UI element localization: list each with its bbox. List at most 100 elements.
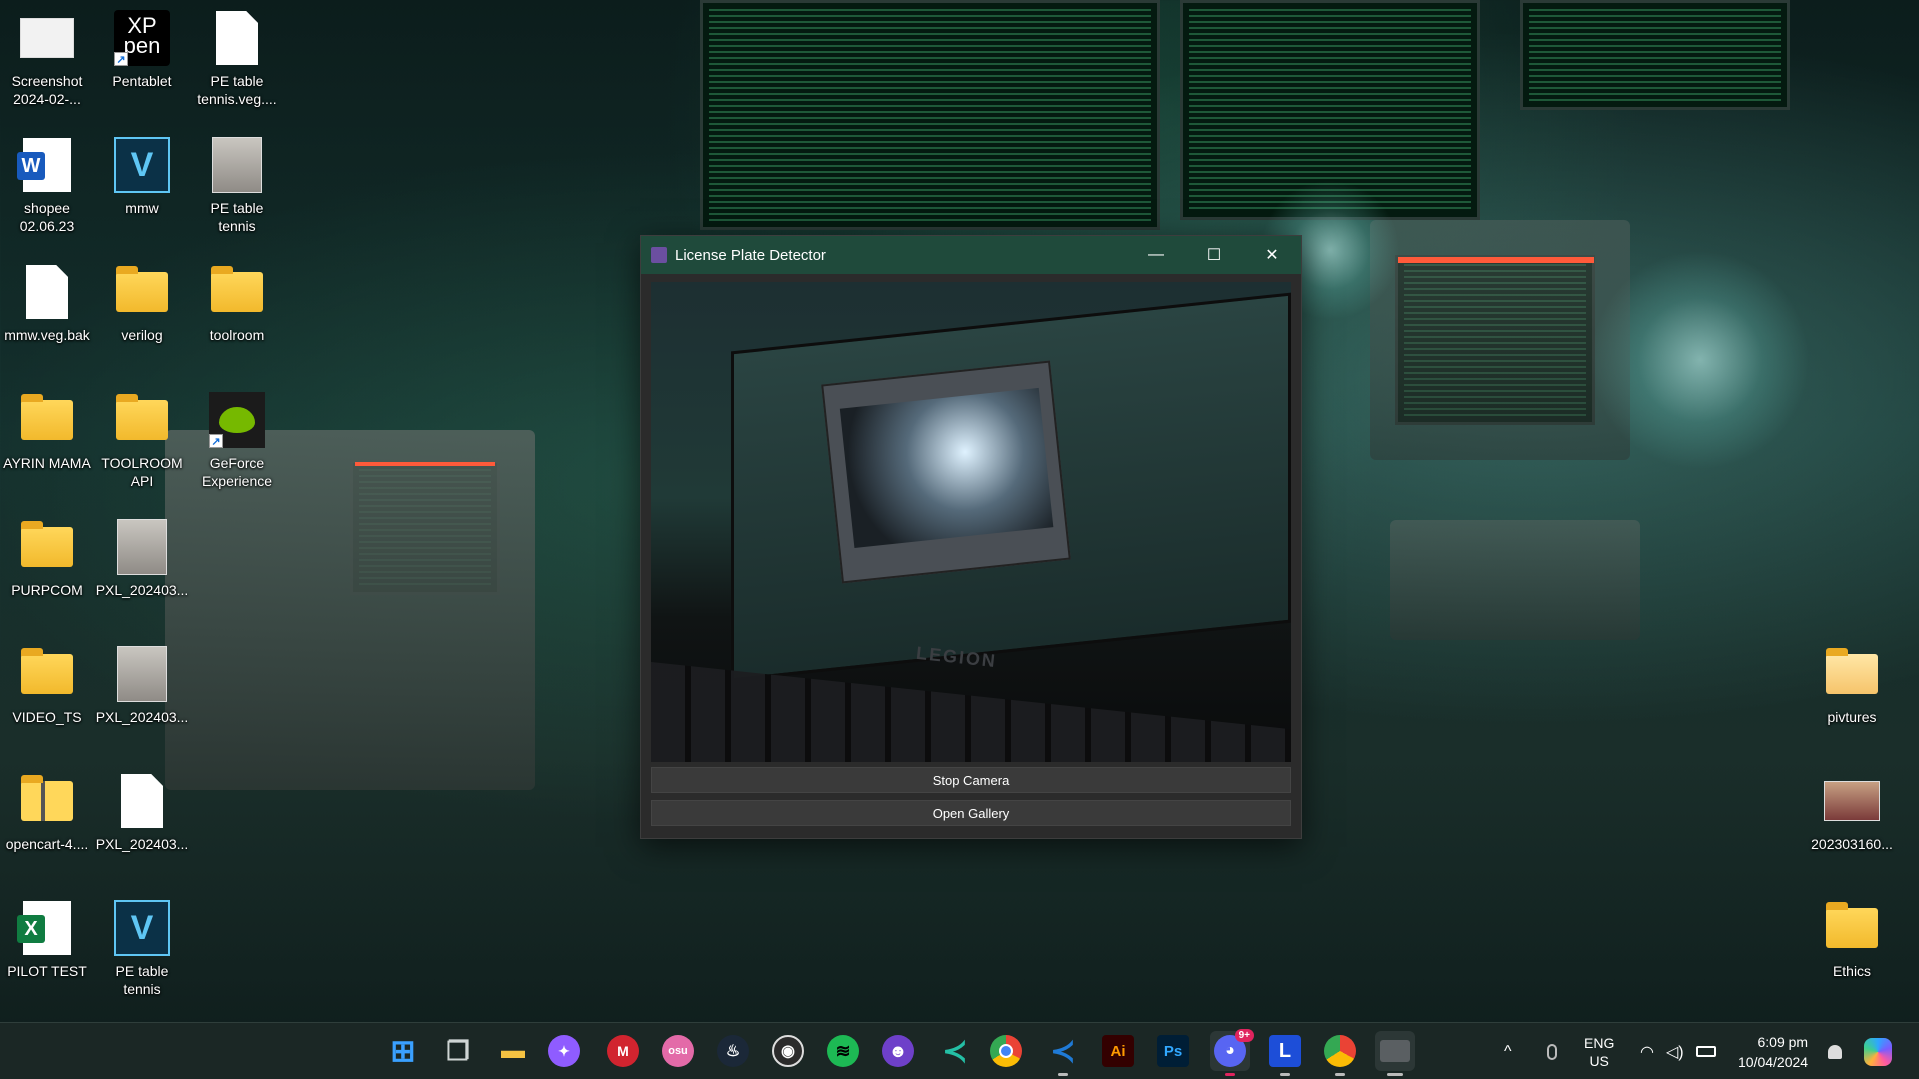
desktop-icon-label: mmw.veg.bak [4,327,90,343]
taskbar-lunar-client[interactable]: L [1265,1031,1305,1076]
taskbar-obs[interactable]: ◉ [772,1035,804,1067]
vegas-glyph: V [114,137,170,193]
taskbar-file-explorer[interactable]: ▬ [493,1031,533,1071]
desktop-icon-label: 202303160... [1811,836,1893,852]
taskbar-vs-code[interactable]: ≺ [1043,1031,1083,1076]
taskbar-steam[interactable]: ♨ [717,1035,749,1067]
running-indicator [1280,1073,1290,1076]
blank-file-icon [19,264,75,320]
desktop-icon-pxl-video-2[interactable]: PXL_202403... [96,646,188,726]
image-file-icon [1824,773,1880,829]
desktop-icon-geforce[interactable]: ↗ GeForce Experience [191,392,283,490]
vlc-video-icon [114,646,170,702]
desktop-icon-label: PXL_202403... [95,582,189,598]
taskbar-illustrator[interactable]: Ai [1102,1035,1134,1067]
desktop-icon-pivtures[interactable]: pivtures [1806,646,1898,726]
desktop-icon-purpcom[interactable]: PURPCOM [1,519,93,599]
taskbar-chrome-profile[interactable] [1320,1031,1360,1076]
desktop-icon-label: AYRIN MAMA [3,455,91,471]
desktop-icon-ethics[interactable]: Ethics [1806,900,1898,980]
desktop-icon-ayrin-mama[interactable]: AYRIN MAMA [1,392,93,472]
desktop-icon-opencart[interactable]: opencart-4.... [1,773,93,853]
mcafee-icon: M [617,1043,629,1059]
desktop-icon-202303160[interactable]: 202303160... [1806,773,1898,853]
osu-icon: osu [668,1045,688,1057]
camera-feed-keyboard [651,662,1291,762]
taskbar-github-desktop[interactable]: ☻ [882,1035,914,1067]
desktop-icon-pe-table-tennis-image[interactable]: PE table tennis [191,137,283,235]
tray-overflow-button[interactable]: ^ [1504,1023,1512,1079]
spotify-icon: ≋ [835,1040,851,1061]
desktop-icon-label: PE table tennis [210,200,264,234]
desktop-icon-label: PE table tennis.veg.... [197,73,277,107]
clock-date: 10/04/2024 [1738,1053,1809,1070]
maximize-button[interactable]: ☐ [1185,236,1243,274]
desktop-icon-label: opencart-4.... [5,836,89,852]
bell-icon [1828,1044,1842,1059]
desktop-icon-label: Ethics [1832,963,1872,979]
desktop-icon-pilot-test[interactable]: X PILOT TEST [1,900,93,980]
taskbar-discord[interactable]: ◕ 9+ [1210,1029,1254,1076]
tray-copilot[interactable] [1864,1023,1892,1079]
open-gallery-button[interactable]: Open Gallery [651,800,1291,826]
license-plate-detector-window[interactable]: License Plate Detector — ☐ ✕ LEGION Stop… [640,235,1302,839]
camera-app-icon [1380,1040,1410,1062]
wallpaper-monitor [700,0,1160,230]
desktop-icon-shopee[interactable]: W shopee 02.06.23 [1,137,93,235]
wallpaper-lamp-glow [1590,250,1810,470]
chrome-profile-icon [1324,1035,1356,1067]
blank-file-icon [114,773,170,829]
taskbar-task-view[interactable]: ❐ [438,1031,478,1071]
desktop-icon-pe-table-tennis-vegas[interactable]: V PE table tennis [96,900,188,998]
folder-icon [114,264,170,320]
stop-camera-button[interactable]: Stop Camera [651,767,1291,793]
microphone-icon [1547,1043,1557,1060]
desktop-icon-video-ts[interactable]: VIDEO_TS [1,646,93,726]
taskbar-vs-code-insiders[interactable]: ≺ [935,1031,975,1071]
desktop-icon-label: mmw [125,200,159,216]
tray-quick-settings[interactable]: ◠ ◁) [1640,1023,1716,1079]
wallpaper-accent [1398,257,1594,263]
taskbar-camera-app[interactable] [1375,1031,1415,1076]
region-label: US [1589,1052,1609,1069]
taskbar-chrome[interactable] [990,1035,1022,1067]
taskbar-osu[interactable]: osu [662,1035,694,1067]
close-button[interactable]: ✕ [1243,236,1301,274]
tray-clock[interactable]: 6:09 pm 10/04/2024 [1738,1023,1808,1079]
wallpaper-accent [355,462,495,466]
taskbar-spotify[interactable]: ≋ [827,1035,859,1067]
desktop-icon-pentablet[interactable]: XP pen ↗ Pentablet [96,10,188,90]
tray-microphone[interactable] [1547,1023,1557,1079]
desktop-icon-toolroom-api[interactable]: TOOLROOM API [96,392,188,490]
running-indicator [1225,1073,1235,1076]
vegas-glyph: V [114,900,170,956]
desktop-icon-label: shopee 02.06.23 [19,200,75,234]
desktop-icon-mmw[interactable]: V mmw [96,137,188,217]
window-titlebar[interactable]: License Plate Detector — ☐ ✕ [641,236,1301,274]
desktop-icon-pxl-video-1[interactable]: PXL_202403... [96,519,188,599]
vs-code-insiders-icon: ≺ [942,1034,968,1068]
running-indicator [1058,1073,1068,1076]
folder-icon [1824,646,1880,702]
taskbar-mcafee[interactable]: M [607,1035,639,1067]
desktop-icon-toolroom[interactable]: toolroom [191,264,283,344]
start-button[interactable]: ⊞ [383,1031,423,1071]
desktop-icon-label: PE table tennis [115,963,169,997]
folder-icon [19,646,75,702]
taskbar-messenger[interactable]: ✦ [548,1035,580,1067]
github-icon: ☻ [888,1040,908,1061]
language-label: ENG [1584,1034,1615,1051]
desktop-icon-screenshot[interactable]: Screenshot 2024-02-... [1,10,93,108]
minimize-button[interactable]: — [1127,236,1185,274]
tray-language[interactable]: ENG US [1584,1023,1614,1079]
desktop-icon-label: PILOT TEST [7,963,87,979]
desktop-icon-pxl-file[interactable]: PXL_202403... [96,773,188,853]
desktop-icon-verilog[interactable]: verilog [96,264,188,344]
vegas-app-icon: V [114,137,170,193]
xppen-app-icon: XP pen ↗ [114,10,170,66]
desktop-icon-mmw-veg-bak[interactable]: mmw.veg.bak [1,264,93,344]
windows-logo-icon: ⊞ [390,1034,416,1068]
desktop-icon-pe-table-tennis-veg[interactable]: PE table tennis.veg.... [191,10,283,108]
tray-notifications[interactable] [1828,1023,1842,1079]
taskbar-photoshop[interactable]: Ps [1157,1035,1189,1067]
